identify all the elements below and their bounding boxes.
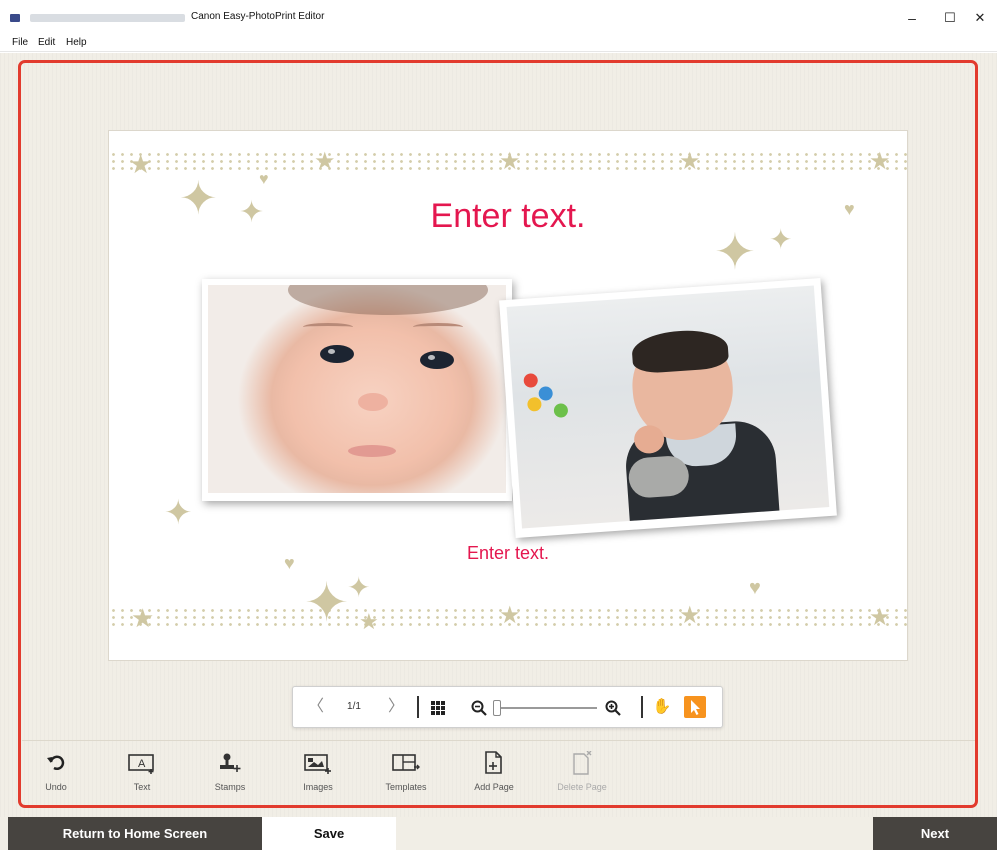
star-decoration: ★ [129, 149, 153, 179]
window-title: Canon Easy-PhotoPrint Editor [191, 11, 325, 22]
star-decoration: ★ [359, 609, 379, 634]
layout-page[interactable]: ★ ✦ ✦ ★ ★ ★ ★ ♥ ♥ ✦ ✦ Enter text. ✦ Ente… [108, 130, 908, 661]
page-indicator: 1/1 [347, 701, 361, 712]
templates-label: Templates [385, 782, 427, 792]
stamps-button[interactable]: Stamps [190, 749, 270, 792]
star-decoration: ★ [679, 602, 701, 629]
subline-text-box[interactable]: Enter text. [109, 543, 907, 564]
photo-detail [348, 445, 396, 457]
next-page-button[interactable]: 〉 [381, 687, 411, 727]
svg-text:A: A [138, 758, 146, 770]
stamp-icon [190, 749, 270, 775]
star-decoration: ★ [869, 148, 891, 175]
photo-detail [413, 323, 463, 331]
photo-frame-2[interactable] [499, 278, 837, 538]
photo-detail [553, 403, 569, 418]
pointer-icon[interactable] [684, 696, 706, 718]
photo-detail [420, 351, 454, 369]
menu-bar: File Edit Help [0, 35, 997, 52]
title-bar: Canon Easy-PhotoPrint Editor – ☐ ✕ [0, 0, 997, 34]
text-icon: A [102, 749, 182, 775]
undo-label: Undo [45, 782, 67, 792]
text-label: Text [133, 782, 151, 792]
photo-detail [303, 323, 353, 331]
star-decoration: ★ [314, 148, 336, 175]
grid-icon[interactable] [425, 687, 451, 727]
toolbar-divider [641, 696, 643, 718]
images-button[interactable]: Images [278, 749, 358, 792]
zoom-slider-thumb[interactable] [493, 700, 501, 716]
images-label: Images [303, 782, 333, 792]
close-button[interactable]: ✕ [965, 6, 995, 30]
zoom-out-icon[interactable] [467, 687, 491, 727]
delete-page-icon [542, 749, 622, 775]
headline-text-box[interactable]: Enter text. [109, 197, 907, 236]
save-button[interactable]: Save [262, 817, 396, 850]
baby-smiling-photo [506, 285, 830, 529]
text-button[interactable]: A Text [102, 749, 182, 792]
delete-page-label: Delete Page [557, 782, 607, 792]
add-page-label: Add Page [474, 782, 514, 792]
undo-button[interactable]: Undo [16, 749, 96, 792]
templates-button[interactable]: Templates [366, 749, 446, 792]
sparkle-decoration: ✦ [347, 572, 371, 603]
delete-page-button[interactable]: Delete Page [542, 749, 622, 792]
heart-decoration: ♥ [284, 553, 295, 573]
return-home-button[interactable]: Return to Home Screen [8, 817, 262, 850]
editor-area: ★ ✦ ✦ ★ ★ ★ ★ ♥ ♥ ✦ ✦ Enter text. ✦ Ente… [0, 53, 997, 817]
heart-decoration: ♥ [259, 171, 269, 188]
menu-edit[interactable]: Edit [38, 37, 55, 48]
templates-icon [366, 749, 446, 775]
redacted-title-area [30, 14, 185, 22]
toolbar-divider [417, 696, 419, 718]
photo-detail [358, 393, 388, 411]
images-icon [278, 749, 358, 775]
photo-detail [538, 386, 554, 401]
zoom-in-icon[interactable] [601, 687, 625, 727]
page-toolbar: 〈 1/1 〉 ✋ [292, 686, 723, 728]
star-decoration: ★ [869, 604, 891, 631]
previous-page-button[interactable]: 〈 [301, 687, 331, 727]
heart-decoration: ♥ [749, 577, 761, 599]
bottom-navigation: Return to Home Screen Save Next [0, 817, 997, 850]
zoom-slider-track[interactable] [493, 707, 597, 709]
next-button[interactable]: Next [873, 817, 997, 850]
maximize-button[interactable]: ☐ [935, 6, 965, 30]
add-page-button[interactable]: Add Page [454, 749, 534, 792]
photo-detail [288, 285, 488, 315]
editing-toolbar: Undo A Text Stamps Images Templates Add … [22, 740, 975, 805]
photo-detail [526, 396, 542, 412]
minimize-button[interactable]: – [897, 6, 927, 30]
stamps-label: Stamps [214, 782, 246, 792]
baby-closeup-photo [208, 285, 506, 493]
menu-help[interactable]: Help [66, 37, 87, 48]
menu-file[interactable]: File [12, 37, 28, 48]
sparkle-decoration: ✦ [164, 494, 193, 532]
star-decoration: ★ [499, 148, 521, 175]
star-decoration: ★ [131, 603, 155, 633]
photo-frame-1[interactable] [202, 279, 512, 501]
undo-icon [16, 749, 96, 775]
photo-detail [523, 373, 539, 388]
star-decoration: ★ [679, 148, 701, 175]
app-icon [10, 14, 20, 22]
photo-detail [320, 345, 354, 363]
star-decoration: ★ [499, 602, 521, 629]
add-page-icon [454, 749, 534, 775]
hand-icon[interactable]: ✋ [649, 687, 675, 727]
